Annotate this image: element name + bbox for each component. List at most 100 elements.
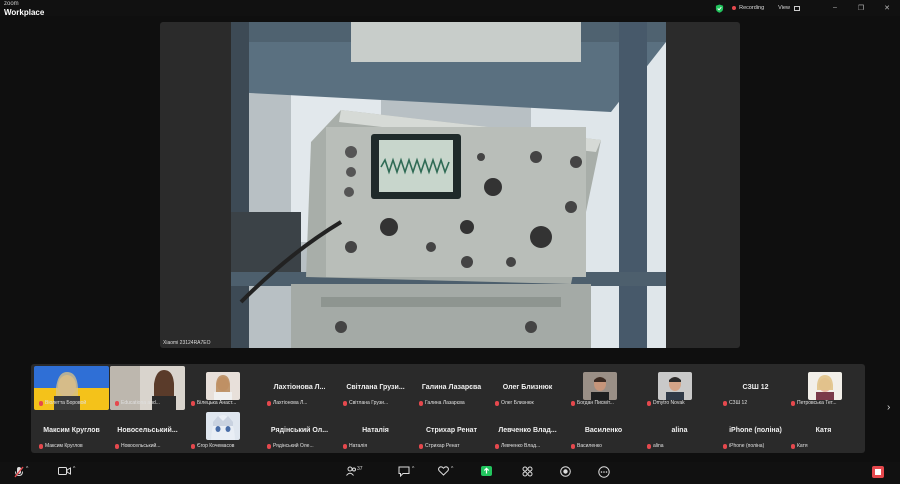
participant-label: Віолетта Боровой	[39, 400, 86, 406]
view-button[interactable]: View	[778, 5, 800, 11]
caret-icon[interactable]: ^	[451, 466, 453, 472]
participant-label: Олег Близнюк	[495, 400, 534, 406]
leave-icon	[872, 466, 884, 478]
participant-tile[interactable]: Галина Лазарєва Галина Лазарєва	[414, 366, 489, 410]
mute-button[interactable]: ^	[14, 466, 28, 480]
participant-label: Dmytro Novak	[647, 400, 685, 406]
participant-video	[583, 372, 617, 400]
leave-button[interactable]	[872, 466, 884, 480]
participant-video	[206, 372, 240, 400]
muted-mic-icon	[267, 400, 271, 406]
muted-mic-icon	[115, 443, 119, 449]
participant-tile[interactable]: Левченко Влад... Левченко Влад...	[490, 409, 565, 453]
shared-device-name: Xiaomi 23124RA7EO	[163, 340, 211, 346]
participant-tile[interactable]: Стрихар Ренат Стрихар Ренат	[414, 409, 489, 453]
close-button[interactable]: ✕	[874, 4, 900, 12]
participant-label: Світлана Грузи...	[343, 400, 388, 406]
participant-tile[interactable]: Богдан Писміт...	[566, 366, 641, 410]
participant-name: alina	[671, 427, 688, 434]
minimize-button[interactable]: –	[822, 4, 848, 12]
muted-mic-icon	[267, 443, 271, 449]
muted-mic-icon	[647, 443, 651, 449]
participant-name: Олег Близнюк	[502, 384, 553, 391]
participant-tile[interactable]: Василенко Василенко	[566, 409, 641, 453]
muted-mic-icon	[791, 443, 795, 449]
heart-icon	[438, 466, 449, 476]
next-page-arrow-icon[interactable]: ›	[887, 402, 890, 413]
more-icon	[598, 466, 610, 478]
participant-label: Educationa and...	[115, 400, 160, 406]
muted-mic-icon	[647, 400, 651, 406]
participant-tile[interactable]: Світлана Грузи... Світлана Грузи...	[338, 366, 413, 410]
maximize-button[interactable]: ❐	[848, 4, 874, 12]
participant-tile[interactable]: Наталія Наталія	[338, 409, 413, 453]
top-bar: zoom Workplace Recording View – ❐ ✕	[0, 0, 900, 17]
participant-name: Світлана Грузи...	[346, 384, 405, 391]
participant-tile[interactable]: СЗШ 12 СЗШ 12	[718, 366, 793, 410]
participant-video	[808, 372, 842, 400]
muted-mic-icon	[723, 400, 727, 406]
participant-name: iPhone (поліна)	[729, 427, 782, 434]
participant-label: iPhone (поліна)	[723, 443, 764, 449]
participant-tile[interactable]: Рядінський Ол... Рядінський Оле...	[262, 409, 337, 453]
muted-mic-icon	[495, 400, 499, 406]
participant-name: Максим Круглов	[43, 427, 100, 434]
share-screen-button[interactable]	[481, 466, 492, 478]
participant-label: Лахтіонова Л...	[267, 400, 307, 406]
shared-video[interactable]: Xiaomi 23124RA7EO	[160, 22, 740, 348]
more-button[interactable]	[598, 466, 610, 480]
share-screen-icon	[481, 466, 492, 476]
participant-name: Стрихар Ренат	[425, 427, 477, 434]
muted-mic-icon	[343, 400, 347, 406]
shield-icon[interactable]	[715, 3, 724, 13]
participant-label: Левченко Влад...	[495, 443, 540, 449]
video-button[interactable]: ^	[58, 466, 75, 478]
recording-dot-icon	[732, 6, 737, 10]
participants-icon	[346, 466, 356, 476]
participants-button[interactable]: 37	[346, 466, 363, 478]
caret-icon[interactable]: ^	[412, 466, 414, 472]
participant-video	[658, 372, 692, 400]
participant-label: Новосельський...	[115, 443, 160, 449]
participant-tile[interactable]: Віолетта Боровой	[34, 366, 109, 410]
participant-tile[interactable]: Катя Катя	[786, 409, 861, 453]
participant-name: Лахтіонова Л...	[273, 384, 326, 391]
participant-label: СЗШ 12	[723, 400, 747, 406]
participant-tile[interactable]: Білецька Анаст...	[186, 366, 261, 410]
participant-name: Катя	[815, 427, 832, 434]
participant-tile[interactable]: iPhone (поліна) iPhone (поліна)	[718, 409, 793, 453]
participant-tile[interactable]: Єгор Кочемасов	[186, 409, 261, 453]
brand-bottom: Workplace	[4, 8, 45, 17]
participant-tile[interactable]: Лахтіонова Л... Лахтіонова Л...	[262, 366, 337, 410]
participant-tile[interactable]: Олег Близнюк Олег Близнюк	[490, 366, 565, 410]
participant-tile[interactable]: Dmytro Novak	[642, 366, 717, 410]
caret-icon[interactable]: ^	[73, 466, 75, 472]
chat-icon	[398, 466, 410, 478]
participant-tile[interactable]: Новосельський... Новосельський...	[110, 409, 185, 453]
participant-name: Новосельський...	[117, 427, 178, 434]
muted-mic-icon	[495, 443, 499, 449]
participants-count: 37	[357, 466, 363, 472]
muted-mic-icon	[571, 400, 575, 406]
record-button[interactable]	[560, 466, 571, 479]
participant-label: alina	[647, 443, 664, 449]
oscilloscope-video-feed	[231, 22, 666, 348]
participant-label: Катя	[791, 443, 808, 449]
caret-icon[interactable]: ^	[26, 466, 28, 472]
chat-button[interactable]: ^	[398, 466, 414, 479]
recording-indicator[interactable]: Recording	[732, 5, 764, 11]
participant-label: Максим Круглов	[39, 443, 83, 449]
participant-tile[interactable]: Петровська Тет...	[786, 366, 861, 410]
participant-label: Богдан Писміт...	[571, 400, 614, 406]
apps-button[interactable]	[522, 466, 533, 479]
participant-label: Рядінський Оле...	[267, 443, 314, 449]
zoom-logo: zoom Workplace	[4, 1, 45, 17]
participant-label: Єгор Кочемасов	[191, 443, 234, 449]
muted-mic-icon	[791, 400, 795, 406]
react-button[interactable]: ^	[438, 466, 453, 478]
participant-tile[interactable]: alina alina	[642, 409, 717, 453]
participant-name: СЗШ 12	[742, 384, 769, 391]
participant-tile[interactable]: Максим Круглов Максим Круглов	[34, 409, 109, 453]
participant-tile[interactable]: Educationa and...	[110, 366, 185, 410]
muted-mic-icon	[191, 443, 195, 449]
